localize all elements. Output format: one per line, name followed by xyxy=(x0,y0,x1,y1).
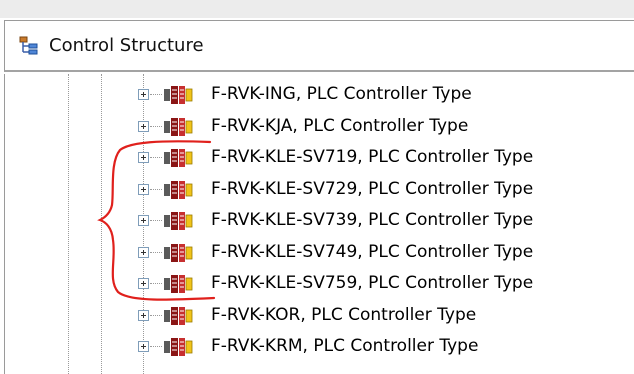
expand-plus-icon[interactable] xyxy=(138,309,149,321)
tree-connector-line xyxy=(150,283,162,284)
plc-controller-icon xyxy=(164,180,193,199)
tree-row[interactable]: F-RVK-KRM, PLC Controller Type xyxy=(5,331,634,362)
expand-plus-icon[interactable] xyxy=(138,215,149,226)
tree-row[interactable]: F-RVK-ING, PLC Controller Type xyxy=(5,79,634,110)
plc-controller-icon xyxy=(164,212,193,230)
tree-row[interactable]: F-RVK-KLE-SV749, PLC Controller Type xyxy=(5,237,634,268)
plc-controller-icon xyxy=(164,243,193,262)
tree-connector-line xyxy=(150,220,162,221)
plc-controller-icon xyxy=(164,117,193,136)
tree-item-label[interactable]: F-RVK-KLE-SV729, PLC Controller Type xyxy=(211,178,533,200)
plc-controller-icon xyxy=(164,149,193,167)
tree-connector-line xyxy=(150,314,162,316)
tree-row[interactable]: F-RVK-KLE-SV759, PLC Controller Type xyxy=(5,268,634,299)
tree-item-label[interactable]: F-RVK-KOR, PLC Controller Type xyxy=(211,304,476,326)
expand-plus-icon[interactable] xyxy=(138,152,149,163)
plc-controller-icon xyxy=(164,338,193,356)
window-top-strip xyxy=(0,0,634,18)
tree-item-label[interactable]: F-RVK-KLE-SV719, PLC Controller Type xyxy=(211,146,533,168)
tree-connector-line xyxy=(150,94,162,95)
tree-connector-line xyxy=(150,251,162,253)
tree-connector-line xyxy=(150,125,162,127)
expand-plus-icon[interactable] xyxy=(138,89,149,100)
tree-connector-line xyxy=(150,346,162,347)
tree-connector-line xyxy=(150,188,162,190)
tree-structure-icon xyxy=(19,36,38,55)
control-structure-window: Control Structure F-RVK-ING, PLC Control… xyxy=(0,0,634,374)
tree-item-label[interactable]: F-RVK-KRM, PLC Controller Type xyxy=(211,335,478,357)
plc-controller-icon xyxy=(164,86,193,104)
expand-plus-icon[interactable] xyxy=(138,183,149,195)
tree-row[interactable]: F-RVK-KJA, PLC Controller Type xyxy=(5,111,634,142)
tree-item-label[interactable]: F-RVK-KLE-SV759, PLC Controller Type xyxy=(211,272,533,294)
control-structure-tree[interactable]: F-RVK-ING, PLC Controller Type F-RVK-KJA… xyxy=(4,74,634,374)
tree-item-label[interactable]: F-RVK-ING, PLC Controller Type xyxy=(211,83,472,105)
plc-controller-icon xyxy=(164,306,193,325)
expand-plus-icon[interactable] xyxy=(138,246,149,258)
tree-connector-line xyxy=(150,157,162,158)
tree-row[interactable]: F-RVK-KLE-SV729, PLC Controller Type xyxy=(5,174,634,205)
control-structure-header: Control Structure xyxy=(4,20,634,72)
tree-row[interactable]: F-RVK-KLE-SV719, PLC Controller Type xyxy=(5,142,634,173)
panel-title: Control Structure xyxy=(49,35,204,56)
tree-item-label[interactable]: F-RVK-KLE-SV739, PLC Controller Type xyxy=(211,209,533,231)
tree-item-label[interactable]: F-RVK-KLE-SV749, PLC Controller Type xyxy=(211,241,533,263)
expand-plus-icon[interactable] xyxy=(138,278,149,289)
expand-plus-icon[interactable] xyxy=(138,120,149,132)
tree-item-label[interactable]: F-RVK-KJA, PLC Controller Type xyxy=(211,115,468,137)
tree-row[interactable]: F-RVK-KLE-SV739, PLC Controller Type xyxy=(5,205,634,236)
plc-controller-icon xyxy=(164,275,193,293)
expand-plus-icon[interactable] xyxy=(138,341,149,352)
tree-row[interactable]: F-RVK-KOR, PLC Controller Type xyxy=(5,300,634,331)
